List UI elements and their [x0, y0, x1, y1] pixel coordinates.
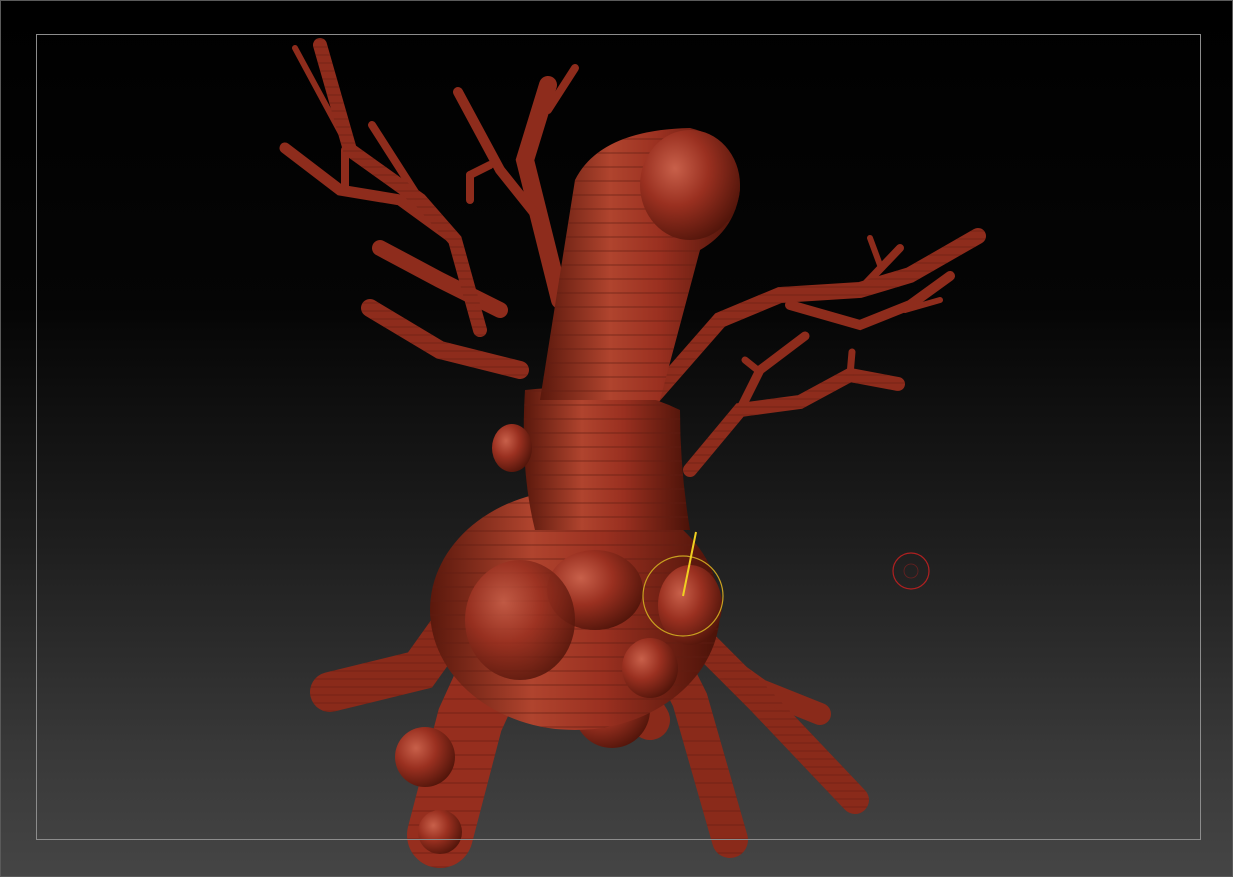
zbrush-canvas-viewport[interactable]	[0, 0, 1233, 877]
target-reticle-icon[interactable]	[892, 552, 930, 590]
main-limb-cap	[640, 130, 740, 240]
tree-sculpt-model[interactable]	[0, 0, 1233, 877]
front-bulb	[622, 638, 678, 698]
front-bulb	[465, 560, 575, 680]
root-knob	[395, 727, 455, 787]
root-tip	[418, 810, 462, 854]
trunk-knob	[492, 424, 532, 472]
